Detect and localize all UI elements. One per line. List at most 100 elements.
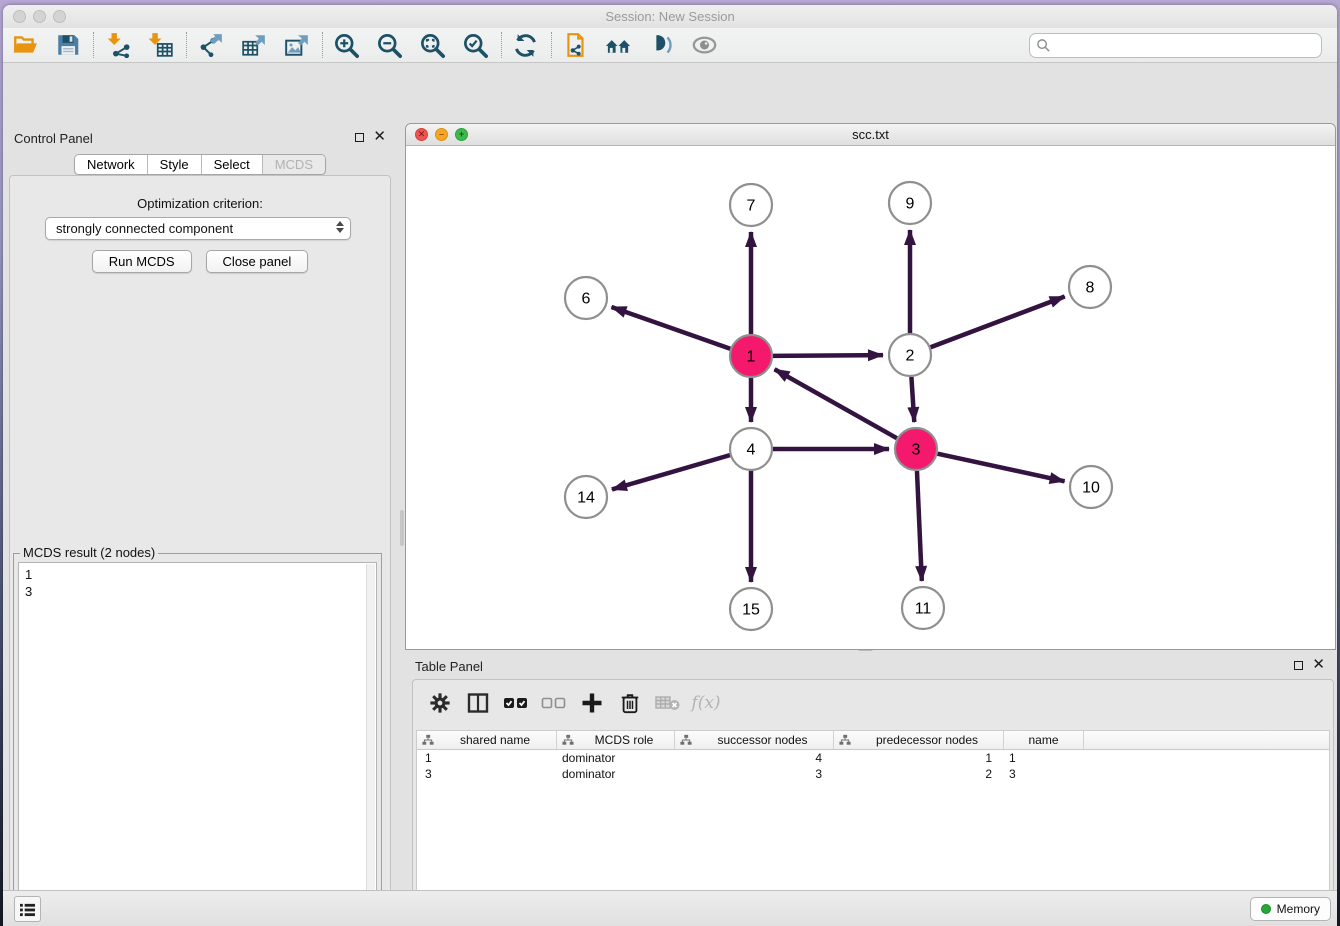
column-header-mcds-role[interactable]: MCDS role (557, 731, 675, 749)
close-panel-button[interactable]: Close panel (206, 250, 309, 273)
zoom-in-icon[interactable] (333, 32, 360, 59)
graph-node-label: 1 (747, 349, 756, 366)
graph-edge-1-6[interactable] (611, 307, 730, 349)
import-network-icon[interactable] (104, 32, 131, 59)
criterion-dropdown[interactable]: strongly connected component (45, 217, 351, 240)
delete-table-icon (653, 690, 683, 716)
main-content: Control Panel ✕ Network Style Select MCD… (3, 63, 1337, 890)
search-box[interactable] (1029, 33, 1322, 58)
dropdown-stepper-icon (336, 221, 344, 233)
task-history-button[interactable] (14, 896, 41, 922)
clone-network-icon[interactable] (562, 32, 589, 59)
gear-icon[interactable] (425, 690, 455, 716)
result-scrollbar[interactable] (366, 564, 375, 923)
network-view-window: ✕ – + scc.txt 7968124314101511 (405, 123, 1336, 650)
graph-node-label: 4 (747, 442, 756, 459)
paint-style-icon[interactable] (648, 32, 675, 59)
mcds-result-title: MCDS result (2 nodes) (20, 545, 158, 560)
tab-select[interactable]: Select (201, 155, 262, 174)
deselect-all-icon[interactable] (539, 690, 569, 716)
zoom-out-icon[interactable] (376, 32, 403, 59)
table-row[interactable]: 1 dominator 4 1 1 (417, 750, 1329, 766)
memory-button[interactable]: Memory (1250, 897, 1331, 921)
run-mcds-button[interactable]: Run MCDS (92, 250, 192, 273)
show-hide-eye-icon[interactable] (691, 32, 718, 59)
status-bar: Memory (3, 890, 1337, 926)
column-header-successor-nodes[interactable]: successor nodes (675, 731, 834, 749)
memory-status-icon (1261, 904, 1271, 914)
toolbar-separator (322, 32, 323, 58)
float-table-panel-icon[interactable] (1294, 661, 1303, 670)
close-table-panel-icon[interactable]: ✕ (1312, 660, 1325, 670)
split-columns-icon[interactable] (463, 690, 493, 716)
graph-edge-3-1[interactable] (775, 369, 897, 438)
tab-style[interactable]: Style (147, 155, 201, 174)
application-window: Session: New Session (3, 5, 1337, 926)
graph-edge-3-10[interactable] (937, 454, 1064, 482)
export-table-icon[interactable] (240, 32, 267, 59)
column-header-name[interactable]: name (1004, 731, 1084, 749)
close-panel-icon[interactable]: ✕ (373, 132, 386, 142)
network-canvas[interactable]: 7968124314101511 (407, 147, 1334, 648)
panel-splitter-handle[interactable] (400, 510, 404, 546)
shared-column-icon (839, 734, 851, 746)
toolbar-separator (501, 32, 502, 58)
export-image-icon[interactable] (283, 32, 310, 59)
network-window-title: scc.txt (406, 127, 1335, 142)
mcds-result-list[interactable]: 1 3 (18, 562, 377, 925)
shared-column-icon (680, 734, 692, 746)
graph-node-label: 10 (1082, 480, 1100, 497)
float-panel-icon[interactable] (355, 133, 364, 142)
graph-edge-3-11[interactable] (917, 471, 922, 581)
graph-node-label: 6 (582, 291, 591, 308)
graphics-details-icon[interactable] (605, 32, 632, 59)
add-row-icon[interactable] (577, 690, 607, 716)
toolbar-separator (551, 32, 552, 58)
table-panel-title: Table Panel (415, 659, 483, 674)
table-panel-body: f(x) shared name MCDS role (412, 679, 1334, 909)
graph-node-label: 11 (915, 601, 932, 618)
control-panel-title: Control Panel (14, 131, 93, 146)
zoom-fit-icon[interactable] (419, 32, 446, 59)
network-window-titlebar[interactable]: ✕ – + scc.txt (406, 124, 1335, 146)
toolbar-separator (93, 32, 94, 58)
graph-edge-1-2[interactable] (773, 355, 883, 356)
network-graph[interactable]: 7968124314101511 (407, 147, 1336, 650)
apply-preferred-layout-icon[interactable] (512, 32, 539, 59)
column-header-shared-name[interactable]: shared name (417, 731, 557, 749)
search-icon (1036, 38, 1051, 53)
tab-mcds[interactable]: MCDS (262, 155, 325, 174)
graph-node-label: 8 (1086, 280, 1095, 297)
node-table[interactable]: shared name MCDS role successor nodes (416, 730, 1330, 905)
table-toolbar: f(x) (413, 680, 1333, 726)
import-table-icon[interactable] (147, 32, 174, 59)
column-header-predecessor-nodes[interactable]: predecessor nodes (834, 731, 1004, 749)
select-all-icon[interactable] (501, 690, 531, 716)
table-panel: Table Panel ✕ (405, 653, 1336, 926)
graph-edge-2-3[interactable] (911, 377, 914, 422)
toolbar-separator (186, 32, 187, 58)
graph-node-label: 14 (577, 490, 595, 507)
search-input[interactable] (1051, 38, 1315, 53)
zoom-selected-icon[interactable] (462, 32, 489, 59)
criterion-dropdown-value: strongly connected component (56, 221, 233, 236)
window-title: Session: New Session (3, 9, 1337, 24)
memory-label: Memory (1277, 902, 1320, 916)
graph-edge-4-14[interactable] (612, 455, 730, 489)
title-bar: Session: New Session (3, 5, 1337, 28)
graph-node-label: 2 (906, 348, 915, 365)
graph-node-label: 15 (742, 602, 760, 619)
control-panel: Control Panel ✕ Network Style Select MCD… (3, 123, 397, 926)
export-network-icon[interactable] (197, 32, 224, 59)
shared-column-icon (422, 734, 434, 746)
list-icon (19, 902, 36, 917)
tab-network[interactable]: Network (75, 155, 147, 174)
table-row[interactable]: 3 dominator 3 2 3 (417, 766, 1329, 782)
mcds-result-groupbox: MCDS result (2 nodes) 1 3 (13, 553, 382, 926)
save-icon[interactable] (54, 32, 81, 59)
open-folder-icon[interactable] (11, 32, 38, 59)
graph-edge-2-8[interactable] (931, 297, 1065, 348)
delete-row-icon[interactable] (615, 690, 645, 716)
table-header-row: shared name MCDS role successor nodes (417, 731, 1329, 750)
control-panel-tabs: Network Style Select MCDS (3, 154, 397, 175)
